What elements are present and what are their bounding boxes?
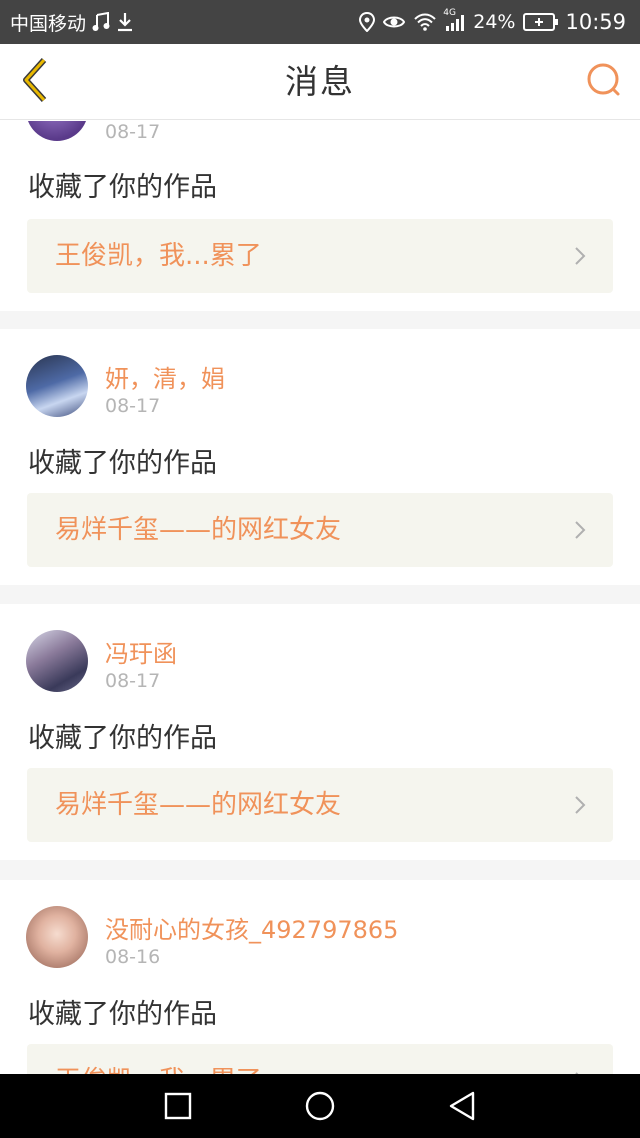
clock: 10:59: [565, 10, 626, 34]
status-right: 4G 24% 10:59: [351, 0, 626, 44]
chevron-right-icon: [575, 521, 586, 539]
message-date: 08-17: [105, 121, 161, 143]
work-title: 易烊千玺——的网红女友: [55, 515, 342, 545]
message-date: 08-17: [105, 395, 161, 417]
recent-apps-icon: [164, 1092, 192, 1120]
music-note-icon: [92, 12, 110, 32]
home-button[interactable]: [300, 1086, 340, 1126]
system-nav-bar: [0, 1074, 640, 1138]
recent-apps-button[interactable]: [158, 1086, 198, 1126]
nav-back-button[interactable]: [442, 1086, 482, 1126]
message-date: 08-17: [105, 670, 161, 692]
battery-percent: 24%: [473, 11, 516, 33]
work-title: 王俊凯，我...累了: [55, 1044, 262, 1074]
status-left: 中国移动: [10, 0, 134, 44]
wifi-icon: [413, 13, 437, 31]
action-text: 收藏了你的作品: [28, 723, 217, 754]
avatar[interactable]: [26, 906, 88, 968]
status-bar: 中国移动 4G 24% 10:59: [0, 0, 640, 44]
location-icon: [359, 12, 376, 32]
avatar[interactable]: [26, 121, 88, 141]
network-type: 4G: [443, 8, 456, 18]
work-title: 易烊千玺——的网红女友: [55, 790, 342, 820]
message-list[interactable]: 08-17 收藏了你的作品 王俊凯，我...累了 妍，清，娟 08-17 收藏了…: [0, 121, 640, 1074]
work-link[interactable]: 易烊千玺——的网红女友: [27, 768, 613, 842]
message-card: 08-17 收藏了你的作品 王俊凯，我...累了: [0, 121, 640, 311]
search-icon: [585, 61, 623, 103]
search-button[interactable]: [584, 62, 624, 102]
avatar[interactable]: [26, 630, 88, 692]
battery-icon: [523, 12, 559, 32]
download-icon: [116, 12, 134, 32]
action-text: 收藏了你的作品: [28, 448, 217, 479]
action-text: 收藏了你的作品: [28, 999, 217, 1030]
chevron-right-icon: [575, 796, 586, 814]
message-card: 没耐心的女孩_492797865 08-16 收藏了你的作品 王俊凯，我...累…: [0, 880, 640, 1074]
chevron-right-icon: [575, 247, 586, 265]
action-text: 收藏了你的作品: [28, 172, 217, 203]
work-link[interactable]: 王俊凯，我...累了: [27, 219, 613, 293]
avatar[interactable]: [26, 355, 88, 417]
message-card: 冯玗函 08-17 收藏了你的作品 易烊千玺——的网红女友: [0, 604, 640, 860]
app-header: 消息: [0, 44, 640, 120]
username[interactable]: 妍，清，娟: [105, 359, 225, 394]
work-title: 王俊凯，我...累了: [55, 241, 262, 271]
username[interactable]: 没耐心的女孩_492797865: [105, 910, 398, 945]
page-title: 消息: [285, 62, 355, 101]
carrier-name: 中国移动: [10, 12, 87, 35]
username[interactable]: 冯玗函: [105, 634, 177, 669]
home-icon: [305, 1091, 335, 1121]
eye-icon: [383, 14, 406, 30]
work-link[interactable]: 易烊千玺——的网红女友: [27, 493, 613, 567]
message-date: 08-16: [105, 946, 161, 968]
back-icon: [449, 1091, 475, 1121]
signal-icon: 4G: [443, 8, 467, 32]
message-card: 妍，清，娟 08-17 收藏了你的作品 易烊千玺——的网红女友: [0, 329, 640, 585]
work-link[interactable]: 王俊凯，我...累了: [27, 1044, 613, 1074]
